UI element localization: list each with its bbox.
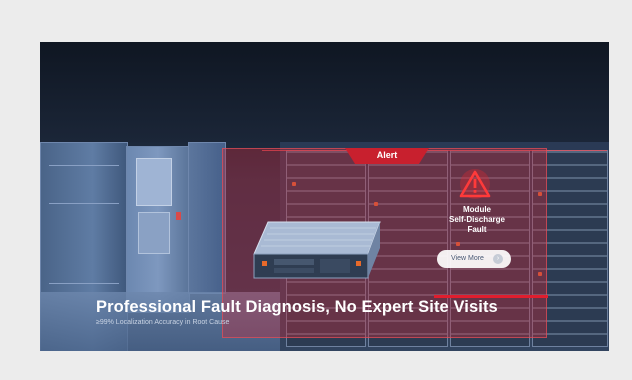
subheadline: ≥99% Localization Accuracy in Root Cause bbox=[96, 319, 230, 326]
headline: Professional Fault Diagnosis, No Expert … bbox=[96, 298, 498, 316]
hero-banner: Alert Module Self-Discharge Fault View M… bbox=[40, 42, 609, 351]
chevron-right-icon: › bbox=[493, 254, 503, 264]
indicator-light bbox=[176, 212, 181, 220]
fault-message: Module Self-Discharge Fault bbox=[432, 205, 522, 235]
cabinet-window bbox=[136, 158, 172, 206]
view-more-label: View More bbox=[451, 255, 484, 262]
view-more-button[interactable]: View More › bbox=[437, 250, 511, 268]
storage-cabinet bbox=[188, 142, 226, 294]
battery-module-illustration bbox=[253, 221, 381, 279]
warning-triangle-icon bbox=[459, 169, 491, 199]
alert-tab: Alert bbox=[345, 148, 429, 164]
fault-line: Self-Discharge bbox=[448, 215, 506, 224]
background-ceiling bbox=[40, 42, 609, 142]
fault-line: Fault bbox=[467, 225, 487, 234]
cabinet-window bbox=[138, 212, 170, 254]
fault-line: Module bbox=[463, 205, 491, 214]
